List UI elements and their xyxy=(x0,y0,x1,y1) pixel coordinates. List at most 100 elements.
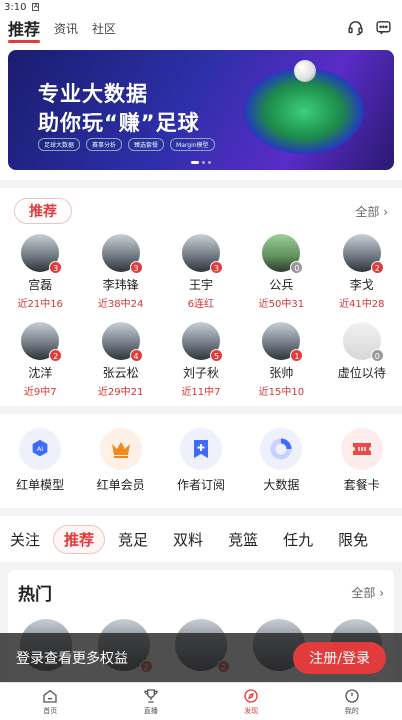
avatar: 2 xyxy=(21,322,63,362)
expert-card[interactable]: 2 沈洋近9中7 xyxy=(0,322,80,398)
banner-chips: 足球大数据 赛事分析 臻选套餐 Margin模型 xyxy=(38,138,215,151)
experts-section-label: 推荐 xyxy=(14,198,72,224)
expert-card[interactable]: 3 李玮锋近38中24 xyxy=(80,234,160,310)
expert-card[interactable]: 5 刘子秋 近11中7 xyxy=(161,322,241,398)
avatar: 1 xyxy=(262,322,304,362)
nav-home[interactable]: 首页 xyxy=(20,688,80,716)
expert-record: 近15中10 xyxy=(258,387,305,398)
tab-recommend[interactable]: 推荐 xyxy=(8,16,41,43)
feature-package-card[interactable]: 套餐卡 xyxy=(327,428,397,493)
pager-dot-active xyxy=(191,161,199,164)
hot-all-link[interactable]: 全部 › xyxy=(351,584,384,601)
experts-section: 推荐 全部 › 3 宫磊 近21中16 3 李玮锋 近38中24 3 王宇 6连红 0 公兵近… xyxy=(0,188,402,406)
expert-record: 近50中31 xyxy=(258,299,305,310)
football-icon xyxy=(294,60,316,82)
hot-header: 热门 全部 › xyxy=(18,580,384,605)
expert-card[interactable]: 0 虚位以待 xyxy=(322,322,402,398)
nav-discover[interactable]: 发现 xyxy=(221,688,281,716)
tab-news[interactable]: 资讯 xyxy=(54,20,78,37)
top-nav: 推荐 资讯 社区 xyxy=(0,14,402,43)
banner-pager xyxy=(191,161,211,164)
compass-icon xyxy=(244,688,258,703)
cat-tab-jinglan[interactable]: 竞篮 xyxy=(228,529,258,550)
experts-grid: 3 宫磊 近21中16 3 李玮锋 近38中24 3 王宇 6连红 0 公兵 近50中31 2 李… xyxy=(0,234,402,398)
expert-name: 李玮锋 xyxy=(102,278,139,292)
register-login-button[interactable]: 注册/登录 xyxy=(293,642,386,674)
experts-all-link[interactable]: 全部 › xyxy=(355,203,388,220)
avatar: 5 xyxy=(181,322,223,362)
status-time: 3:10 xyxy=(4,1,27,13)
category-tabs: 关注 推荐 竞足 双料 竞篮 任九 限免 xyxy=(0,516,402,562)
cat-tab-renjiu[interactable]: 任九 xyxy=(283,529,313,550)
hot-title: 热门 xyxy=(18,585,52,605)
feature-row: AI 红单模型 红单会员 作者订阅 大数据 套餐卡 xyxy=(0,414,402,508)
feature-hongdan-model[interactable]: AI 红单模型 xyxy=(5,428,75,493)
expert-card[interactable]: 0 公兵 近50中31 xyxy=(241,234,321,310)
count-badge: 2 xyxy=(49,349,63,362)
expert-card[interactable]: 2 李戈 近41中28 xyxy=(322,234,402,310)
avatar: 4 xyxy=(101,322,143,362)
expert-card[interactable]: 4 张云松 近29中21 xyxy=(80,322,160,398)
bookmark-plus-icon xyxy=(179,428,222,470)
count-badge: 0 xyxy=(370,349,384,362)
expert-card[interactable]: 3 王宇 6连红 xyxy=(161,234,241,310)
pager-dot xyxy=(208,161,211,164)
pager-dot xyxy=(202,161,205,164)
crown-icon xyxy=(99,428,142,470)
count-badge: 3 xyxy=(209,261,223,274)
user-icon xyxy=(345,688,359,703)
expert-card[interactable]: 1 张帅 近15中10 xyxy=(241,322,321,398)
count-badge: 3 xyxy=(49,261,63,274)
all-label: 全部 xyxy=(351,586,376,600)
expert-name: 宫磊 xyxy=(28,278,53,292)
cat-tab-jingzu[interactable]: 竞足 xyxy=(118,529,148,550)
banner-chip: Margin模型 xyxy=(170,138,215,151)
expert-name: 公兵 xyxy=(269,278,294,292)
ai-icon: AI xyxy=(19,428,62,470)
cat-tab-recommend[interactable]: 推荐 xyxy=(53,524,106,554)
cat-tab-free[interactable]: 限免 xyxy=(338,529,368,550)
expert-card[interactable]: 3 宫磊近21中16 xyxy=(0,234,80,310)
avatar: 2 xyxy=(342,234,384,274)
nav-label: 发现 xyxy=(244,706,259,715)
expert-record: 近29中21 xyxy=(97,387,144,398)
count-badge: 1 xyxy=(290,349,304,362)
home-icon xyxy=(43,689,57,703)
count-badge: 3 xyxy=(129,261,143,274)
count-badge: 5 xyxy=(209,349,223,362)
nav-live[interactable]: 直播 xyxy=(121,688,181,716)
ticket-icon xyxy=(340,428,383,470)
feature-label: 作者订阅 xyxy=(176,478,225,492)
promo-banner[interactable]: 专业大数据 助你玩“赚”足球 足球大数据 赛事分析 臻选套餐 Margin模型 xyxy=(8,50,394,170)
feature-label: 大数据 xyxy=(263,478,300,492)
all-label: 全部 xyxy=(355,204,380,219)
headset-icon[interactable] xyxy=(346,18,364,36)
cat-tab-shuangliao[interactable]: 双料 xyxy=(173,529,203,550)
cat-tab-follow[interactable]: 关注 xyxy=(10,529,40,550)
app-screen: 3:10 A 推荐 资讯 社区 专业大数据 助你玩“赚”足球 足球大数据 赛事分… xyxy=(0,0,402,720)
expert-record: 近38中24 xyxy=(97,299,144,310)
count-badge: 4 xyxy=(129,349,143,362)
feature-author-subscribe[interactable]: 作者订阅 xyxy=(166,428,236,493)
expert-record: 近9中7 xyxy=(23,387,57,398)
avatar: 3 xyxy=(21,234,63,274)
notification-icon: A xyxy=(32,3,40,11)
nav-mine[interactable]: 我的 xyxy=(322,688,382,716)
bottom-nav: 首页 直播 发现 我的 xyxy=(0,682,402,720)
feature-hongdan-member[interactable]: 红单会员 xyxy=(86,428,156,493)
avatar: 3 xyxy=(101,234,143,274)
banner-chip: 臻选套餐 xyxy=(128,138,165,151)
status-bar: 3:10 A xyxy=(0,0,402,14)
expert-name: 李戈 xyxy=(349,278,374,292)
feature-label: 套餐卡 xyxy=(343,478,380,492)
expert-record: 近21中16 xyxy=(17,299,63,310)
message-icon[interactable] xyxy=(374,18,392,36)
tab-community[interactable]: 社区 xyxy=(92,20,116,37)
banner-title-line1: 专业大数据 xyxy=(38,82,148,106)
experts-header: 推荐 全部 › xyxy=(0,198,402,224)
feature-big-data[interactable]: 大数据 xyxy=(246,428,316,493)
top-icons xyxy=(346,18,392,36)
svg-text:AI: AI xyxy=(37,445,43,453)
expert-name: 王宇 xyxy=(188,278,213,292)
expert-name: 沈洋 xyxy=(28,366,53,380)
